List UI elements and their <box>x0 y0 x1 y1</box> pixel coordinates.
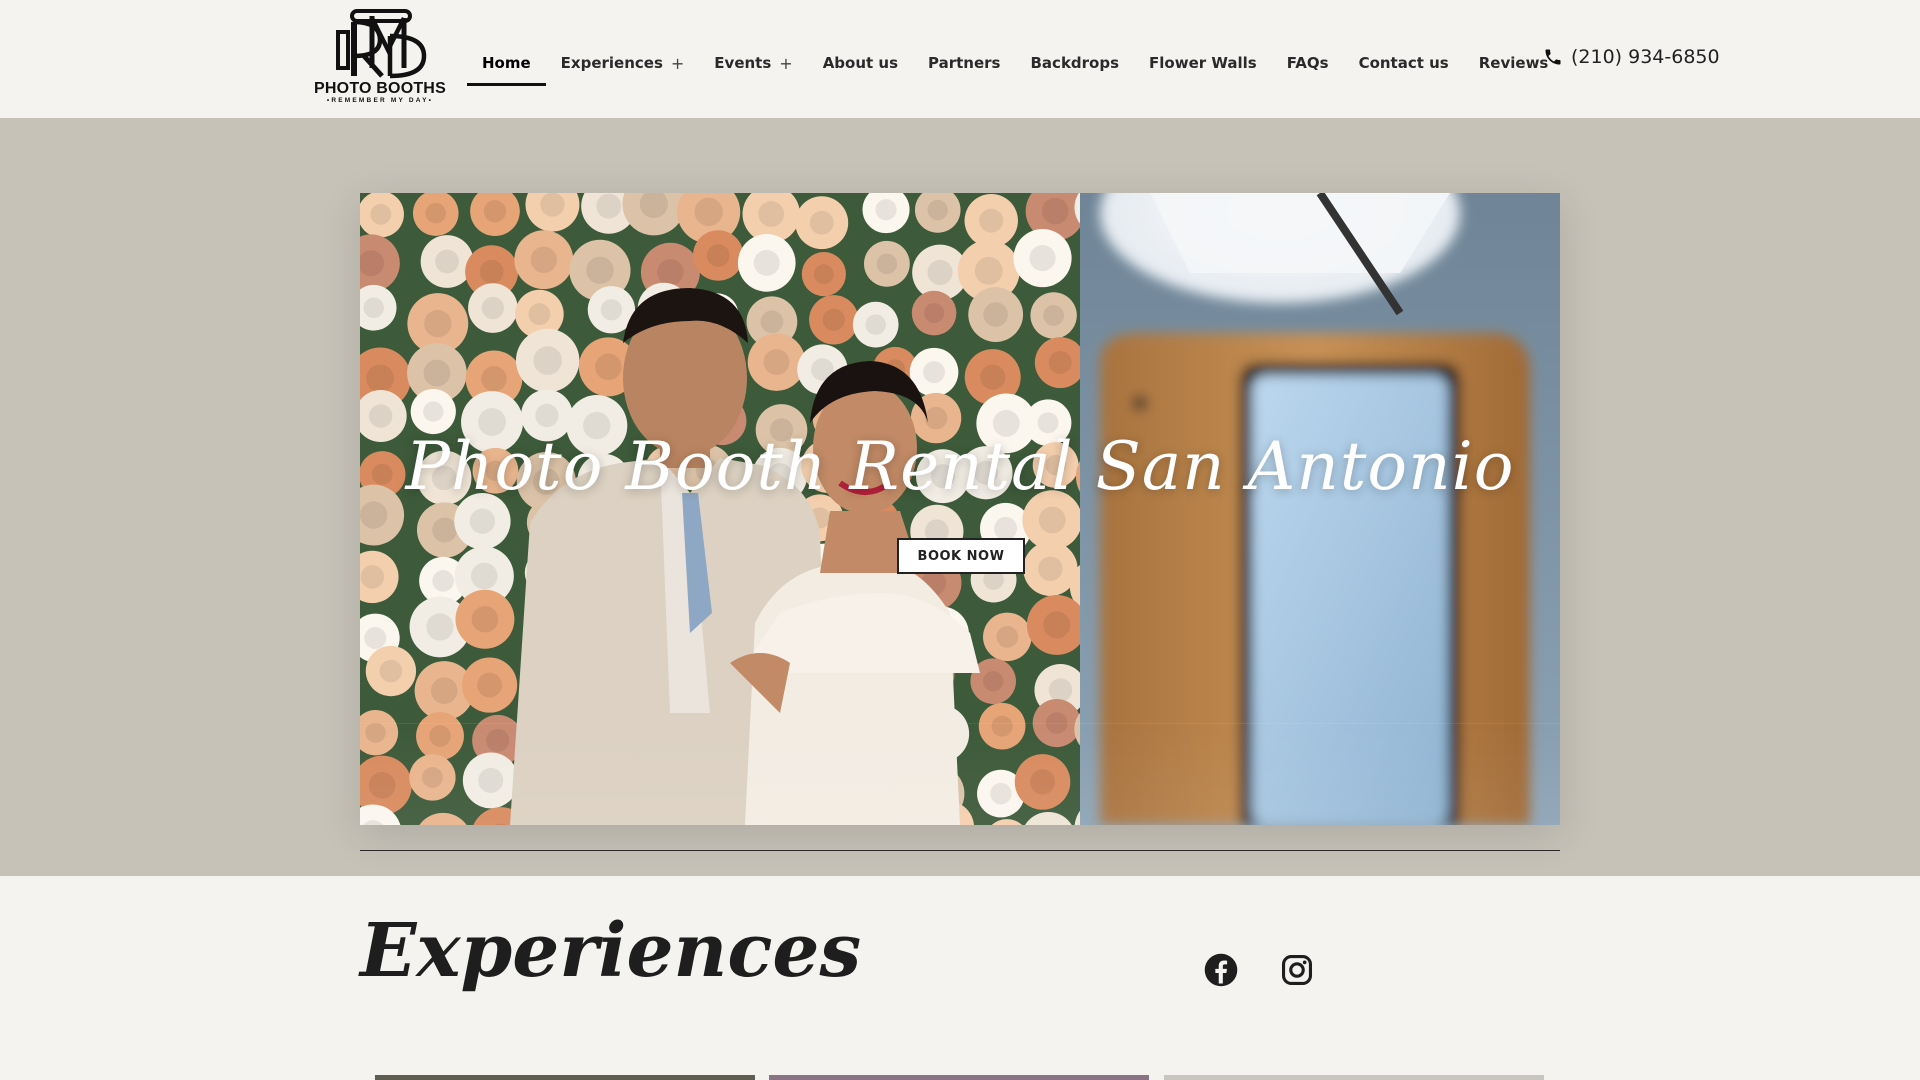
nav-item-partners[interactable]: Partners <box>913 40 1015 86</box>
experience-card-2-top <box>769 1075 1149 1080</box>
logo-tagline: •REMEMBER MY DAY• <box>326 97 434 104</box>
main-nav: Home Experiences + Events + About us Partners B… <box>467 40 1563 86</box>
nav-item-label: Experiences <box>560 54 663 72</box>
instagram-link[interactable] <box>1279 952 1315 988</box>
nav-item-contact-us[interactable]: Contact us <box>1344 40 1464 86</box>
book-now-button[interactable]: BOOK NOW <box>897 538 1025 574</box>
hero-title: Photo Booth Rental San Antonio <box>405 428 1515 505</box>
instagram-icon <box>1281 954 1313 986</box>
nav-item-events[interactable]: Events + <box>699 40 807 86</box>
facebook-icon <box>1204 953 1238 987</box>
hero-image: Photo Booth Rental San Antonio BOOK NOW <box>360 193 1560 825</box>
logo-title: PHOTO BOOTHS <box>314 80 446 97</box>
phone-link[interactable]: (210) 934-6850 <box>1543 42 1720 72</box>
plus-icon[interactable]: + <box>779 54 792 73</box>
phone-number: (210) 934-6850 <box>1571 46 1720 68</box>
nav-item-label: Home <box>482 54 531 72</box>
site-header: PHOTO BOOTHS •REMEMBER MY DAY• Home Exper… <box>0 0 1920 118</box>
nav-item-experiences[interactable]: Experiences + <box>546 40 700 86</box>
plus-icon[interactable]: + <box>671 54 684 73</box>
nav-item-flower-walls[interactable]: Flower Walls <box>1134 40 1272 86</box>
phone-icon <box>1545 49 1561 65</box>
brand-logo[interactable]: PHOTO BOOTHS •REMEMBER MY DAY• <box>312 8 448 110</box>
hero-divider <box>360 850 1560 851</box>
nav-item-label: Contact us <box>1358 54 1449 72</box>
nav-item-label: Flower Walls <box>1149 54 1257 72</box>
nav-item-label: Backdrops <box>1030 54 1120 72</box>
nav-item-label: FAQs <box>1286 54 1329 72</box>
facebook-link[interactable] <box>1203 952 1239 988</box>
hero-photo <box>360 193 1560 825</box>
experience-card-3-top <box>1164 1075 1544 1080</box>
nav-item-label: About us <box>822 54 899 72</box>
nav-item-backdrops[interactable]: Backdrops <box>1016 40 1135 86</box>
nav-item-faqs[interactable]: FAQs <box>1272 40 1344 86</box>
nav-item-label: Partners <box>928 54 1001 72</box>
nav-item-about-us[interactable]: About us <box>808 40 913 86</box>
experience-card-1-top <box>375 1075 755 1080</box>
nav-item-label: Events <box>714 54 772 72</box>
nav-item-label: Reviews <box>1478 54 1549 72</box>
nav-item-home[interactable]: Home <box>467 40 546 86</box>
experiences-heading: Experiences <box>360 908 862 994</box>
rmd-monogram-icon <box>336 9 427 79</box>
